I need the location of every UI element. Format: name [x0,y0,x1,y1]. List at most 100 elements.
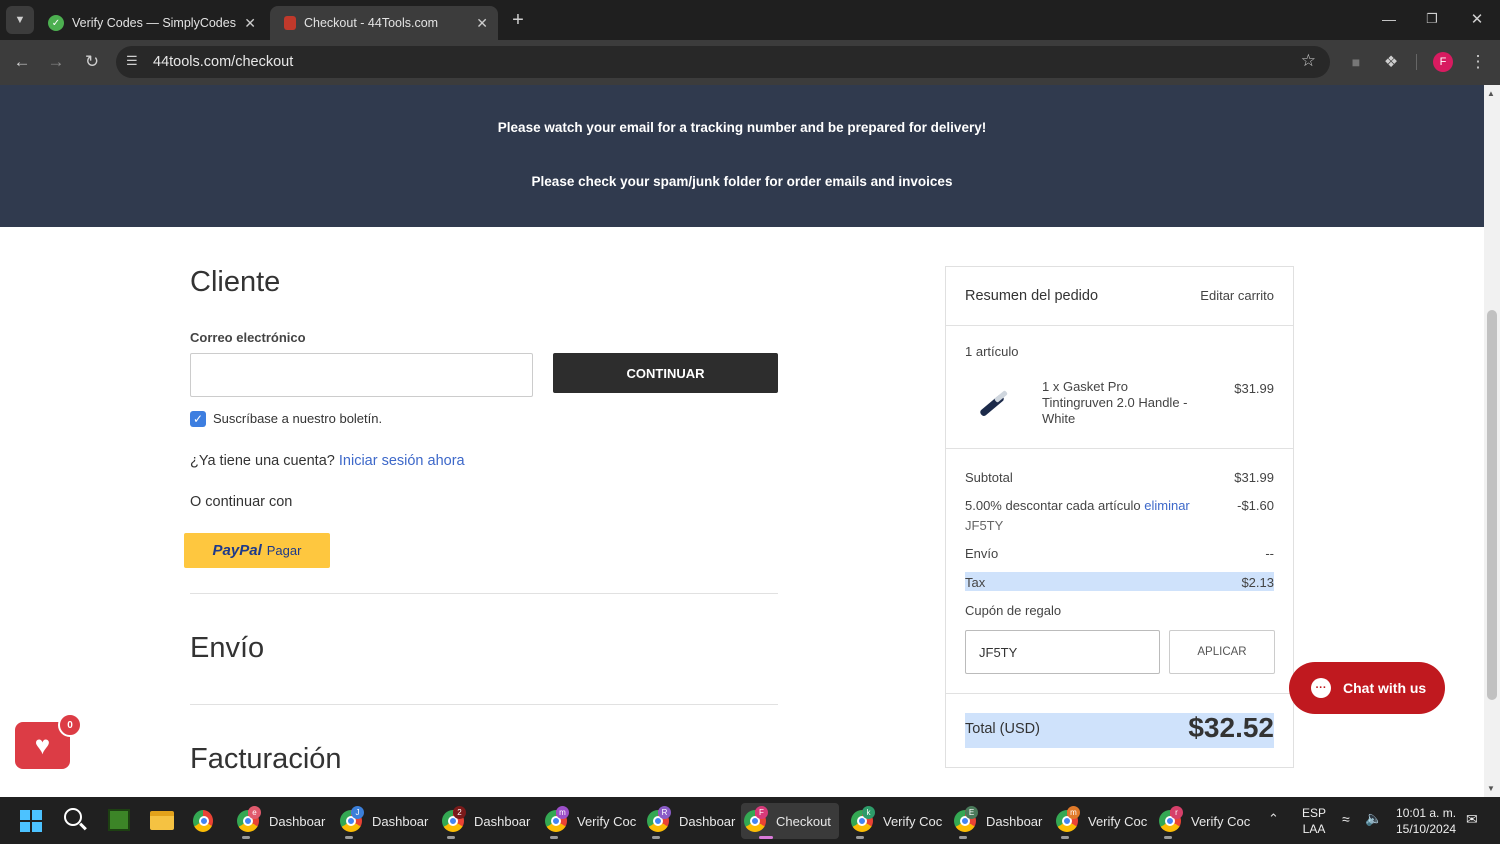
chat-button[interactable]: ··· Chat with us [1289,662,1445,714]
product-image [972,385,1012,425]
taskbar-app-button[interactable]: r Verify Coc [1156,803,1252,839]
coupon-input[interactable]: JF5TY [965,630,1160,674]
coupon-input-value: JF5TY [979,645,1018,660]
toolbar-divider [1416,54,1417,70]
file-explorer-icon[interactable] [150,811,174,830]
page-scrollbar[interactable]: ▲ ▼ [1484,85,1500,797]
continue-button[interactable]: CONTINUAR [553,353,778,393]
profile-badge: R [658,806,671,819]
wifi-icon[interactable]: ≈ [1342,811,1350,827]
taskbar-app-label: Dashboar [269,813,326,829]
taskbar-app-label: Dashboar [986,813,1043,829]
tab-title: Checkout - 44Tools.com [304,16,439,30]
taskbar-app-button[interactable]: e Dashboar [234,803,330,839]
email-field[interactable] [190,353,533,397]
chat-label: Chat with us [1343,680,1427,696]
browser-tab-bar: ▼ ✓ Verify Codes — SimplyCodes ✕ Checkou… [0,0,1500,40]
taskbar-app-button[interactable]: E Dashboar [951,803,1047,839]
item-name: 1 x Gasket Pro Tintingruven 2.0 Handle -… [1042,379,1188,426]
signin-link[interactable]: Iniciar sesión ahora [339,453,465,469]
total-value: $32.52 [1188,712,1274,743]
language-indicator[interactable]: ESP LAA [1302,805,1326,837]
forward-icon[interactable]: → [42,48,70,76]
profile-badge: 2 [453,806,466,819]
scroll-down-arrow-icon[interactable]: ▼ [1487,784,1495,793]
close-tab-icon[interactable]: ✕ [244,15,256,32]
scroll-up-arrow-icon[interactable]: ▲ [1487,89,1495,98]
profile-badge: m [1067,806,1080,819]
newsletter-checkbox[interactable]: ✓ [190,411,206,427]
gift-coupon-link[interactable]: Cupón de regalo [965,603,1061,618]
discount-remove-link[interactable]: eliminar [1144,498,1190,513]
taskbar-app-label: Dashboar [679,813,736,829]
taskbar-app-button[interactable]: m Verify Coc [542,803,638,839]
taskbar-chrome-icon[interactable] [193,803,223,839]
tab-checkout[interactable]: Checkout - 44Tools.com ✕ [270,6,498,40]
taskbar-app-button[interactable]: F Checkout [741,803,839,839]
taskbar-app-label: Dashboar [474,813,531,829]
apply-coupon-button[interactable]: APLICAR [1169,630,1275,674]
address-bar[interactable]: ☰ 44tools.com/checkout ☆ [116,46,1330,78]
extension-robot-icon[interactable]: ■ [1342,48,1370,76]
account-prompt-text: ¿Ya tiene una cuenta? [190,453,335,469]
windows-taskbar: e Dashboar J Dashboar 2 Dashboar m Verify Coc R D… [0,797,1500,844]
show-hidden-icons-icon[interactable]: ⌃ [1268,811,1279,827]
shipping-label: Envío [965,546,999,561]
paypal-logo: PayPal [212,542,262,559]
clock[interactable]: 10:01 a. m. 15/10/2024 [1396,805,1456,837]
tab-verify-codes[interactable]: ✓ Verify Codes — SimplyCodes ✕ [34,6,266,40]
taskbar-app-button[interactable]: R Dashboar [644,803,740,839]
shipping-value: -- [1265,546,1274,561]
close-tab-icon[interactable]: ✕ [476,15,488,32]
tab-list-dropdown-icon[interactable]: ▼ [6,6,34,34]
taskbar-app-button[interactable]: k Verify Coc [848,803,944,839]
taskbar-app-button[interactable]: m Verify Coc [1053,803,1149,839]
taskbar-app-label: Dashboar [372,813,429,829]
bookmark-star-icon[interactable]: ☆ [1301,51,1316,71]
notifications-icon[interactable]: ✉ [1466,811,1478,828]
discount-value: -$1.60 [1237,498,1274,513]
running-indicator [1061,836,1069,839]
taskbar-app-button[interactable]: 2 Dashboar [439,803,535,839]
chrome-profile-icon: J [340,806,364,832]
windows-start-icon[interactable] [20,810,42,832]
banner-line-spam: Please check your spam/junk folder for o… [531,174,953,189]
subtotal-value: $31.99 [1234,470,1274,485]
volume-icon[interactable]: 🔈 [1365,810,1382,827]
url-text[interactable]: 44tools.com/checkout [153,54,293,70]
taskbar-app-label: Verify Coc [1191,813,1251,829]
minimize-icon[interactable]: — [1375,5,1403,33]
summary-title: Resumen del pedido [965,288,1099,304]
paypal-button[interactable]: PayPal Pagar [184,533,330,568]
email-label: Correo electrónico [190,330,306,345]
or-continue-text: O continuar con [190,494,293,510]
new-tab-icon[interactable]: + [504,6,532,34]
restore-icon[interactable]: ❐ [1418,5,1446,33]
profile-avatar[interactable]: F [1433,52,1453,72]
taskbar-app-button[interactable]: J Dashboar [337,803,433,839]
chrome-profile-icon: r [1159,806,1183,832]
shipping-heading: Envío [190,632,265,664]
language-code: ESP [1302,806,1327,820]
running-indicator [447,836,455,839]
running-indicator [856,836,864,839]
order-summary-panel: Resumen del pedido Editar carrito 1 artí… [945,266,1294,768]
site-info-icon[interactable]: ☰ [126,53,138,69]
close-window-icon[interactable]: ✕ [1463,5,1491,33]
menu-kebab-icon[interactable]: ⋮ [1464,48,1492,76]
section-divider [190,593,778,594]
edit-cart-link[interactable]: Editar carrito [1200,288,1274,303]
running-indicator [242,836,250,839]
minecraft-icon[interactable] [108,809,130,831]
clock-date: 15/10/2024 [1396,822,1457,836]
reload-icon[interactable]: ↻ [78,48,106,76]
search-icon-handle [79,822,87,831]
scrollbar-thumb[interactable] [1487,310,1497,700]
checkout-page: Please watch your email for a tracking n… [0,85,1484,797]
browser-toolbar: ← → ↻ ☰ 44tools.com/checkout ☆ ■ ❖ F ⋮ [0,40,1500,85]
taskbar-app-label: Verify Coc [883,813,943,829]
newsletter-label: Suscríbase a nuestro boletín. [213,411,383,426]
tax-value: $2.13 [1241,575,1274,590]
extensions-puzzle-icon[interactable]: ❖ [1377,48,1405,76]
back-icon[interactable]: ← [8,48,36,76]
